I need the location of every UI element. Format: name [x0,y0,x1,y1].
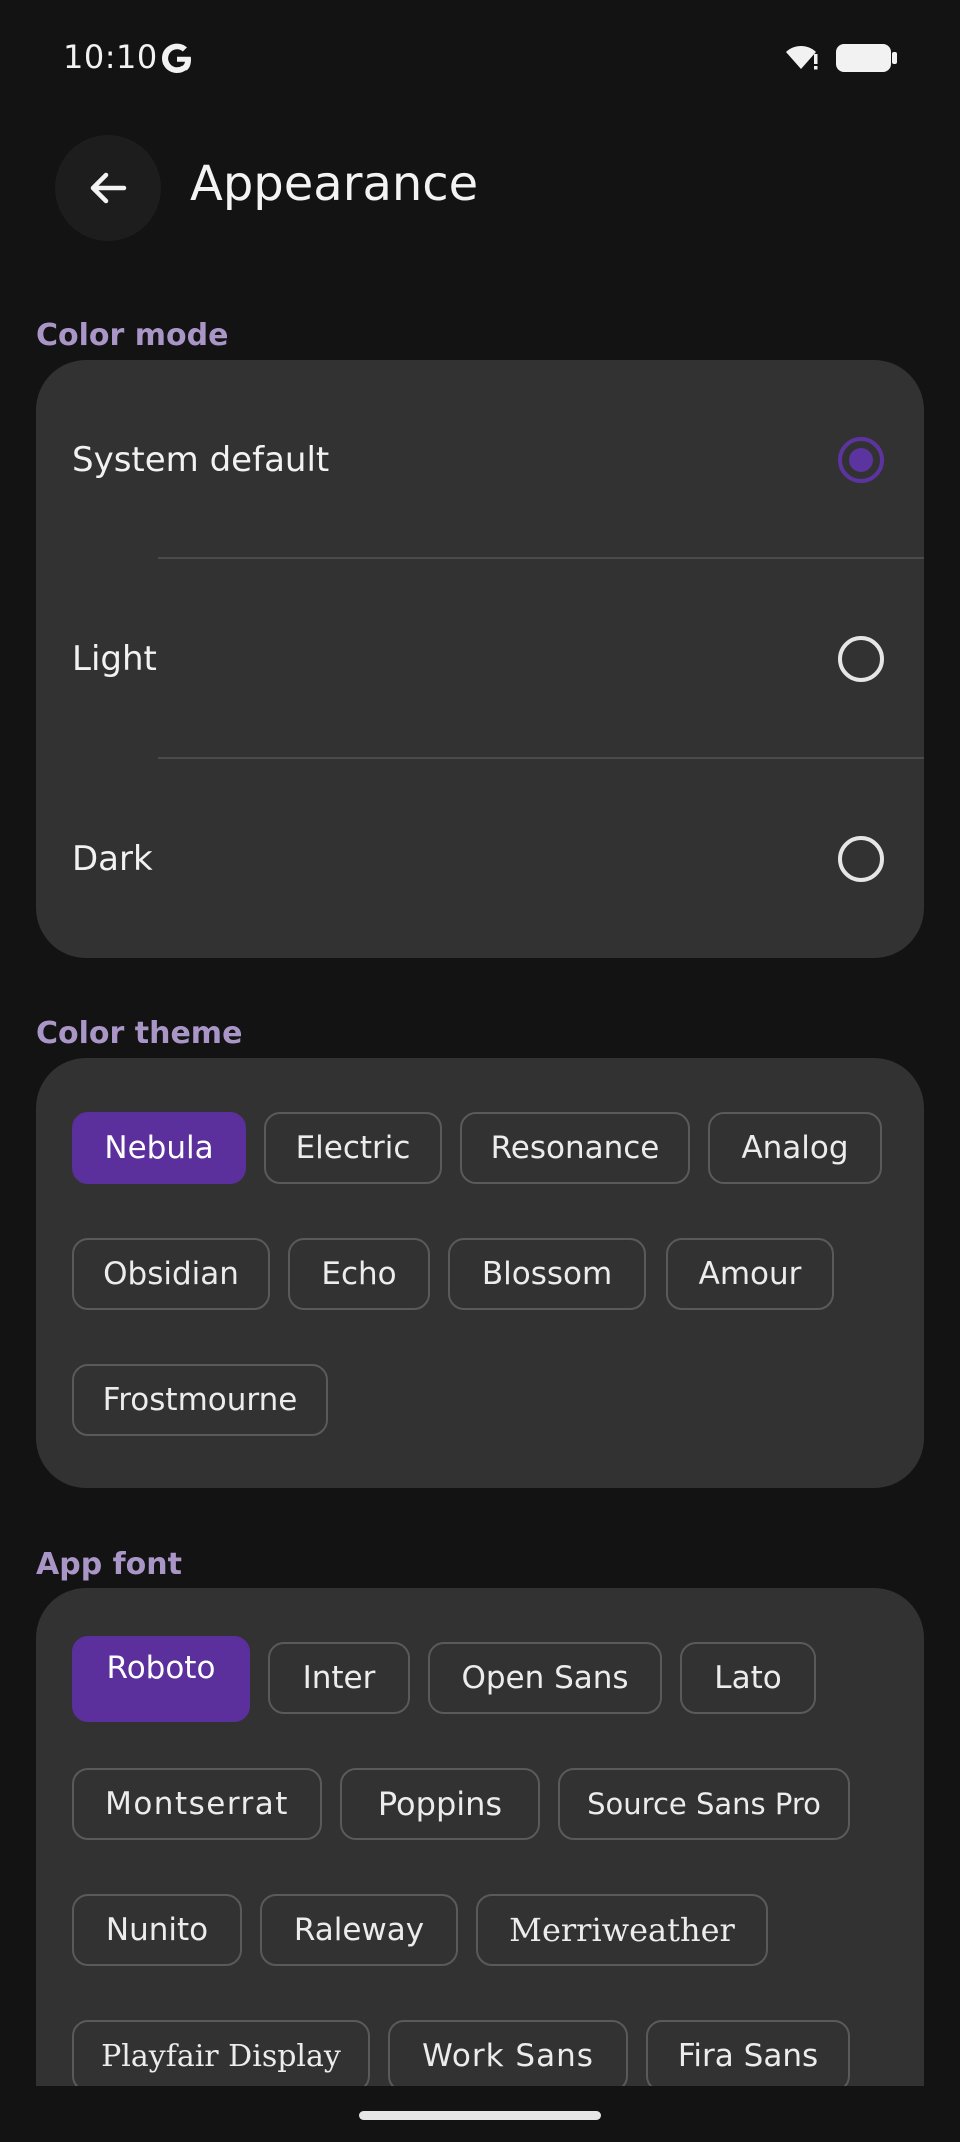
theme-chip-resonance[interactable]: Resonance [460,1112,690,1184]
app-font-section-label: App font [36,1547,182,1582]
color-mode-option-dark[interactable]: Dark [36,759,924,959]
color-mode-card: System default Light Dark [36,360,924,958]
radio-button-selected[interactable] [838,437,884,483]
theme-chip-amour[interactable]: Amour [666,1238,834,1310]
back-button[interactable] [55,135,161,241]
wifi-icon [786,46,818,70]
theme-chip-analog[interactable]: Analog [708,1112,882,1184]
font-chip-work-sans[interactable]: Work Sans [388,2020,628,2092]
font-chip-lato[interactable]: Lato [680,1642,816,1714]
theme-chip-blossom[interactable]: Blossom [448,1238,646,1310]
arrow-left-icon [90,172,127,204]
radio-button[interactable] [838,636,884,682]
font-chip-montserrat[interactable]: Montserrat [72,1768,322,1840]
theme-chip-electric[interactable]: Electric [264,1112,442,1184]
font-chip-raleway[interactable]: Raleway [260,1894,458,1966]
status-time: 10:10 [63,38,158,76]
theme-chip-frostmourne[interactable]: Frostmourne [72,1364,328,1436]
color-mode-option-light[interactable]: Light [36,559,924,759]
font-chip-nunito[interactable]: Nunito [72,1894,242,1966]
battery-icon [836,44,897,72]
option-label: Light [72,639,157,679]
app-font-card: Roboto Inter Open Sans Lato Montserrat P… [36,1588,924,2128]
color-theme-section-label: Color theme [36,1016,243,1051]
font-chip-source-sans-pro[interactable]: Source Sans Pro [558,1768,850,1840]
theme-chip-nebula[interactable]: Nebula [72,1112,246,1184]
theme-chip-obsidian[interactable]: Obsidian [72,1238,270,1310]
status-bar: 10:10 [0,0,960,116]
navigation-bar [0,2086,960,2142]
color-theme-card: Nebula Electric Resonance Analog Obsidia… [36,1058,924,1488]
home-gesture-handle[interactable] [359,2111,601,2120]
google-g-icon [162,43,191,73]
color-mode-section-label: Color mode [36,318,229,353]
option-label: System default [72,440,330,480]
page-title: Appearance [190,156,479,212]
color-mode-option-system-default[interactable]: System default [36,360,924,560]
font-chip-merriweather[interactable]: Merriweather [476,1894,768,1966]
theme-chip-echo[interactable]: Echo [288,1238,430,1310]
font-chip-playfair-display[interactable]: Playfair Display [72,2020,370,2092]
font-chip-poppins[interactable]: Poppins [340,1768,540,1840]
option-label: Dark [72,839,153,879]
radio-button[interactable] [838,836,884,882]
font-chip-inter[interactable]: Inter [268,1642,410,1714]
font-chip-open-sans[interactable]: Open Sans [428,1642,662,1714]
font-chip-roboto[interactable]: Roboto [72,1636,250,1722]
font-chip-fira-sans[interactable]: Fira Sans [646,2020,850,2092]
